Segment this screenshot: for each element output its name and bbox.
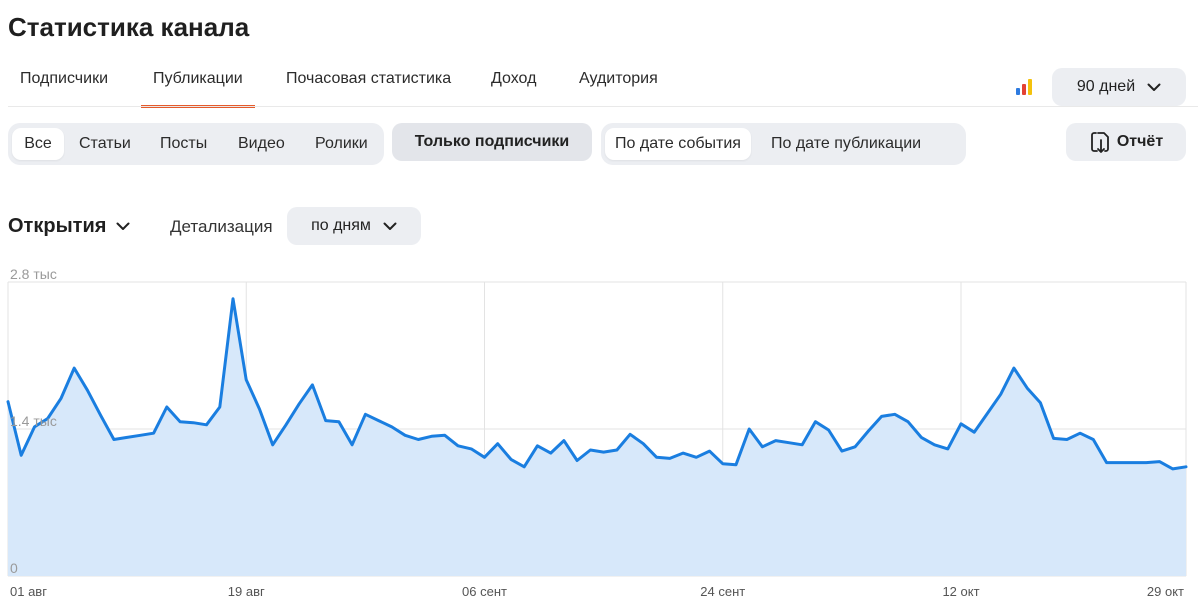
- x-tick-label: 29 окт: [1147, 584, 1184, 599]
- chevron-down-icon: [383, 222, 397, 230]
- x-tick-label: 06 сент: [462, 584, 507, 599]
- opens-chart: 2.8 тыс 1.4 тыс 0 01 авг 19 авг 06 сент 24 се…: [6, 266, 1188, 599]
- tab-hourly-stats[interactable]: Почасовая статистика: [286, 70, 451, 88]
- page-title: Статистика канала: [8, 12, 250, 42]
- x-tick-label: 19 авг: [228, 584, 265, 599]
- filter-articles[interactable]: Статьи: [79, 128, 131, 160]
- date-mode-filter: По дате события По дате публикации: [601, 123, 966, 165]
- tab-audience[interactable]: Аудитория: [579, 70, 658, 88]
- y-tick-label: 0: [10, 560, 18, 576]
- x-tick-label: 12 окт: [942, 584, 979, 599]
- tab-income[interactable]: Доход: [491, 70, 536, 88]
- report-label: Отчёт: [1116, 133, 1164, 150]
- date-mode-event[interactable]: По дате события: [605, 128, 751, 160]
- content-type-filter: Все Статьи Посты Видео Ролики: [8, 123, 384, 165]
- detail-value: по дням: [311, 217, 371, 234]
- report-button[interactable]: Отчёт: [1066, 123, 1186, 161]
- filter-shorts[interactable]: Ролики: [315, 128, 368, 160]
- series-area: [8, 298, 1186, 576]
- filter-posts[interactable]: Посты: [160, 128, 207, 160]
- period-select[interactable]: 90 дней: [1052, 68, 1186, 106]
- export-icon: [1090, 132, 1109, 153]
- filter-all[interactable]: Все: [12, 128, 64, 160]
- period-value: 90 дней: [1076, 78, 1136, 95]
- tabs-divider: [8, 106, 1198, 107]
- subscribers-only-toggle[interactable]: Только подписчики: [392, 123, 592, 161]
- date-mode-publication[interactable]: По дате публикации: [771, 128, 921, 160]
- x-tick-label: 01 авг: [10, 584, 47, 599]
- metric-label: Открытия: [8, 215, 107, 237]
- detail-select[interactable]: по дням: [287, 207, 421, 245]
- stats-logo-icon: [1016, 79, 1034, 95]
- chevron-down-icon: [1147, 83, 1161, 91]
- metric-select[interactable]: Открытия: [8, 215, 130, 238]
- x-tick-label: 24 сент: [700, 584, 745, 599]
- filter-videos[interactable]: Видео: [238, 128, 285, 160]
- tab-publications[interactable]: Публикации: [141, 70, 255, 108]
- y-tick-label: 1.4 тыс: [10, 413, 57, 429]
- detail-label: Детализация: [170, 217, 273, 236]
- chevron-down-icon: [116, 222, 130, 230]
- tab-subscribers[interactable]: Подписчики: [20, 70, 108, 88]
- y-tick-label: 2.8 тыс: [10, 266, 57, 282]
